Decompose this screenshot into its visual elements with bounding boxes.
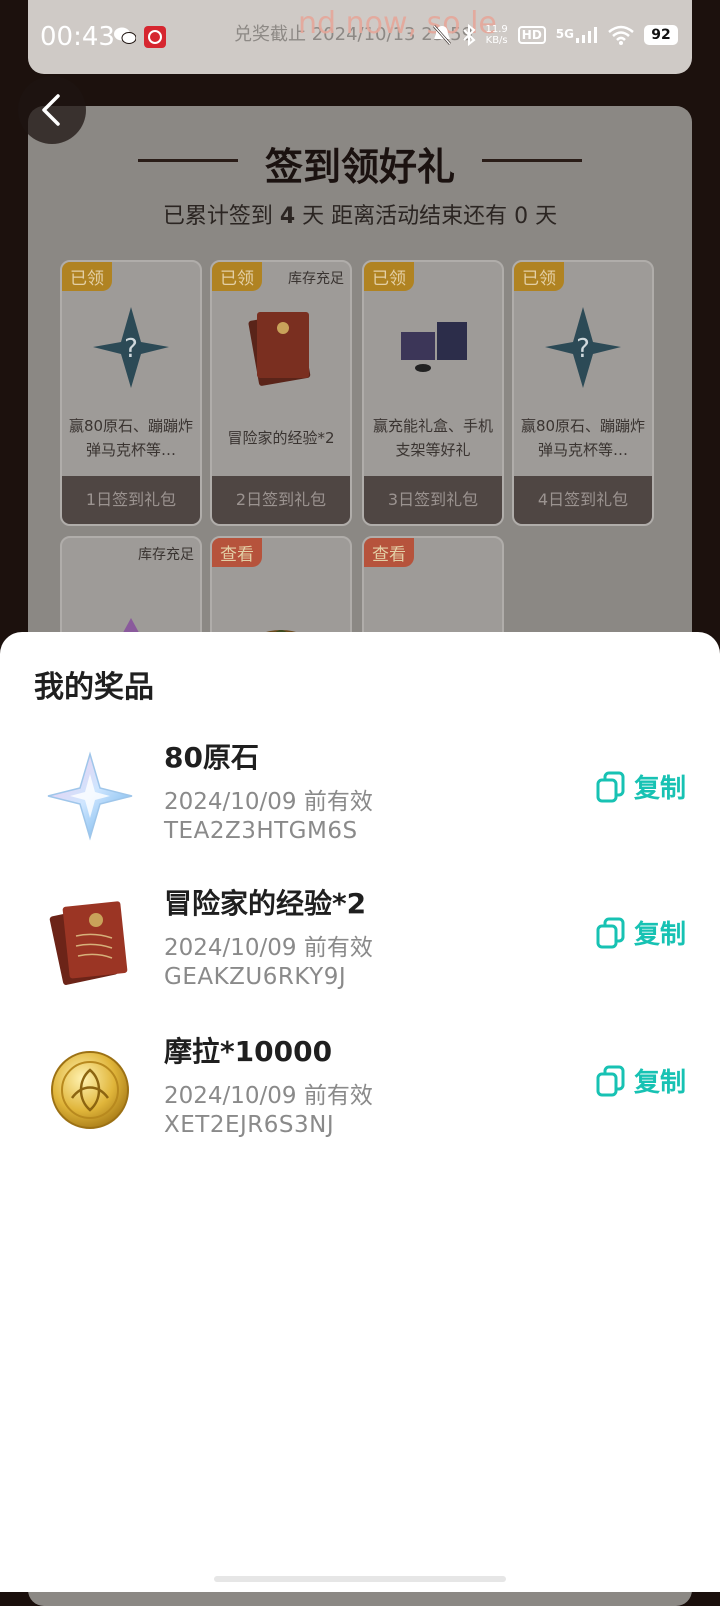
reward-card-day3[interactable]: 已领 赢充能礼盒、手机支架等好礼 3日签到礼包 xyxy=(362,260,504,526)
summary-middle: 天 距离活动结束还有 xyxy=(302,204,508,229)
net-speed: 11.9 KB/s xyxy=(486,24,508,46)
prize-validity: 2024/10/09 前有效 xyxy=(164,935,373,961)
cellular-signal: 5G xyxy=(556,27,598,43)
signal-bars-icon xyxy=(576,27,597,43)
mystery-shuriken-icon: ? xyxy=(545,307,621,388)
adventurer-experience-icon xyxy=(49,901,128,985)
signin-summary: 已累计签到 4 天 距离活动结束还有 0 天 xyxy=(28,198,692,230)
copy-icon xyxy=(596,917,625,948)
svg-text:?: ? xyxy=(124,334,138,364)
sheet-title: 我的奖品 xyxy=(34,670,154,705)
reward-day-label: 2日签到礼包 xyxy=(212,476,350,524)
prize-code[interactable]: TEA2Z3HTGM6S xyxy=(164,818,358,844)
prize-name: 冒险家的经验*2 xyxy=(164,887,367,920)
claimed-badge: 已领 xyxy=(364,262,414,291)
view-badge: 查看 xyxy=(364,538,414,567)
reward-day-label: 3日签到礼包 xyxy=(364,476,502,524)
reward-day-label: 4日签到礼包 xyxy=(514,476,652,524)
claimed-badge: 已领 xyxy=(514,262,564,291)
wechat-icon xyxy=(114,27,136,44)
reward-desc: 赢充能礼盒、手机支架等好礼 xyxy=(372,417,493,459)
net-speed-value: 11.9 xyxy=(485,24,508,35)
reward-desc: 赢80原石、蹦蹦炸弹马克杯等… xyxy=(520,417,646,459)
network-type: 5G xyxy=(555,27,574,41)
copy-label: 复制 xyxy=(633,920,686,950)
prize-validity: 2024/10/09 前有效 xyxy=(164,789,373,815)
bell-muted-icon xyxy=(432,25,451,45)
copy-button[interactable]: 复制 xyxy=(596,1062,686,1099)
claimed-badge: 已领 xyxy=(212,262,262,291)
copy-icon xyxy=(596,771,625,802)
stock-label: 库存充足 xyxy=(138,547,194,563)
adventurer-experience-book-icon xyxy=(248,312,311,386)
reward-desc: 赢80原石、蹦蹦炸弹马克杯等… xyxy=(68,417,194,459)
prize-code[interactable]: GEAKZU6RKY9J xyxy=(164,964,346,990)
days-left-count: 0 xyxy=(514,204,529,229)
back-button[interactable] xyxy=(18,76,86,144)
netease-music-icon xyxy=(144,26,166,48)
prize-row: 80原石 2024/10/09 前有效 TEA2Z3HTGM6S 复制 xyxy=(0,736,720,866)
bluetooth-icon xyxy=(462,24,476,46)
panel-title: 签到领好礼 xyxy=(264,145,455,189)
prize-validity: 2024/10/09 前有效 xyxy=(164,1083,373,1109)
reward-day-label: 1日签到礼包 xyxy=(62,476,200,524)
prize-name: 摩拉*10000 xyxy=(164,1035,333,1068)
reward-card-day4[interactable]: 已领 ? 赢80原石、蹦蹦炸弹马克杯等… 4日签到礼包 xyxy=(512,260,654,526)
net-speed-unit: KB/s xyxy=(485,35,508,46)
summary-prefix: 已累计签到 xyxy=(162,204,273,229)
mystery-shuriken-icon: ? xyxy=(93,307,169,388)
copy-label: 复制 xyxy=(633,1068,686,1098)
copy-label: 复制 xyxy=(633,774,686,804)
view-badge: 查看 xyxy=(212,538,262,567)
reward-desc: 冒险家的经验*2 xyxy=(227,429,335,447)
status-icons: 11.9 KB/s HD 5G 92 xyxy=(432,24,678,46)
mora-coin-icon xyxy=(51,1051,129,1129)
prize-row: 摩拉*10000 2024/10/09 前有效 XET2EJR6S3NJ 复制 xyxy=(0,1030,720,1160)
signin-days-count: 4 xyxy=(279,204,296,229)
prize-row: 冒险家的经验*2 2024/10/09 前有效 GEAKZU6RKY9J 复制 xyxy=(0,882,720,1012)
home-indicator[interactable] xyxy=(214,1576,506,1582)
copy-icon xyxy=(596,1065,625,1096)
clock: 00:43 xyxy=(40,22,115,52)
prize-name: 80原石 xyxy=(164,741,259,774)
hd-badge: HD xyxy=(517,26,546,44)
reward-card-day2[interactable]: 已领 库存充足 冒险家的经验*2 2日签到礼包 xyxy=(210,260,352,526)
status-bar: 00:43 11.9 KB/s HD 5G 92 xyxy=(0,0,720,80)
wifi-icon xyxy=(608,25,634,45)
stock-label: 库存充足 xyxy=(288,271,344,287)
summary-suffix: 天 xyxy=(535,204,558,229)
copy-button[interactable]: 复制 xyxy=(596,914,686,951)
primogem-icon xyxy=(47,751,133,841)
svg-text:?: ? xyxy=(576,334,590,364)
gift-box-icon xyxy=(401,322,467,372)
chevron-left-icon xyxy=(42,94,60,126)
copy-button[interactable]: 复制 xyxy=(596,768,686,805)
my-prizes-sheet: 我的奖品 80原石 2024/10/09 前有效 TEA2Z3HTGM6S 复制 xyxy=(0,632,720,1592)
prize-code[interactable]: XET2EJR6S3NJ xyxy=(164,1112,334,1138)
reward-card-day1[interactable]: 已领 ? 赢80原石、蹦蹦炸弹马克杯等… 1日签到礼包 xyxy=(60,260,202,526)
battery-indicator: 92 xyxy=(644,25,678,45)
claimed-badge: 已领 xyxy=(62,262,112,291)
